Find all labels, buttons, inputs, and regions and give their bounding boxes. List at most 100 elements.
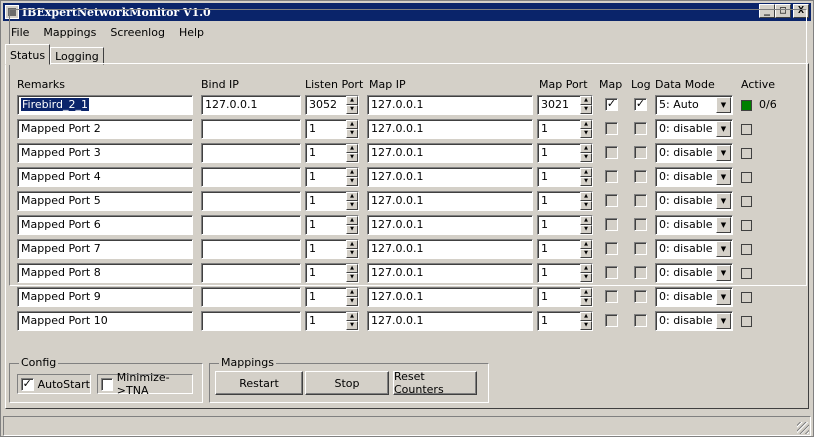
dropdown-arrow-icon[interactable]: ▼ (716, 289, 731, 305)
map-ip-field[interactable]: 127.0.0.1 (367, 287, 533, 307)
spin-down-icon[interactable]: ▼ (346, 249, 358, 258)
log-checkbox[interactable] (634, 314, 647, 327)
bind-ip-field[interactable] (201, 287, 301, 307)
log-checkbox[interactable] (634, 194, 647, 207)
map-checkbox[interactable] (605, 290, 618, 303)
remarks-field[interactable]: Mapped Port 5 (17, 191, 193, 211)
map-port-spinner[interactable]: 1 ▲ ▼ (537, 215, 593, 235)
data-mode-select[interactable]: 0: disable ▼ (655, 167, 733, 187)
data-mode-select[interactable]: 0: disable ▼ (655, 311, 733, 331)
dropdown-arrow-icon[interactable]: ▼ (716, 313, 731, 329)
listen-port-spinner[interactable]: 1 ▲ ▼ (305, 119, 359, 139)
map-checkbox[interactable] (605, 194, 618, 207)
spin-up-icon[interactable]: ▲ (580, 240, 592, 249)
spin-down-icon[interactable]: ▼ (346, 201, 358, 210)
spin-down-icon[interactable]: ▼ (580, 249, 592, 258)
bind-ip-field[interactable] (201, 239, 301, 259)
map-checkbox[interactable] (605, 242, 618, 255)
spin-down-icon[interactable]: ▼ (580, 129, 592, 138)
listen-port-spinner[interactable]: 1 ▲ ▼ (305, 167, 359, 187)
remarks-field[interactable]: Firebird_2_1 (17, 95, 193, 115)
spin-up-icon[interactable]: ▲ (346, 120, 358, 129)
spin-up-icon[interactable]: ▲ (580, 312, 592, 321)
data-mode-select[interactable]: 0: disable ▼ (655, 287, 733, 307)
spin-down-icon[interactable]: ▼ (346, 321, 358, 330)
spin-up-icon[interactable]: ▲ (346, 168, 358, 177)
stop-button[interactable]: Stop (305, 371, 389, 395)
spin-down-icon[interactable]: ▼ (580, 201, 592, 210)
listen-port-spinner[interactable]: 1 ▲ ▼ (305, 143, 359, 163)
spin-down-icon[interactable]: ▼ (580, 225, 592, 234)
remarks-field[interactable]: Mapped Port 2 (17, 119, 193, 139)
spin-up-icon[interactable]: ▲ (580, 120, 592, 129)
remarks-field[interactable]: Mapped Port 10 (17, 311, 193, 331)
spin-up-icon[interactable]: ▲ (346, 240, 358, 249)
dropdown-arrow-icon[interactable]: ▼ (716, 241, 731, 257)
listen-port-spinner[interactable]: 1 ▲ ▼ (305, 287, 359, 307)
map-ip-field[interactable]: 127.0.0.1 (367, 311, 533, 331)
data-mode-select[interactable]: 0: disable ▼ (655, 119, 733, 139)
map-checkbox[interactable] (605, 122, 618, 135)
map-port-spinner[interactable]: 1 ▲ ▼ (537, 143, 593, 163)
map-ip-field[interactable]: 127.0.0.1 (367, 95, 533, 115)
spin-down-icon[interactable]: ▼ (346, 273, 358, 282)
resize-grip-icon[interactable] (797, 422, 809, 434)
tab-status[interactable]: Status (5, 44, 51, 65)
dropdown-arrow-icon[interactable]: ▼ (716, 97, 731, 113)
remarks-field[interactable]: Mapped Port 6 (17, 215, 193, 235)
map-port-spinner[interactable]: 1 ▲ ▼ (537, 311, 593, 331)
dropdown-arrow-icon[interactable]: ▼ (716, 217, 731, 233)
data-mode-select[interactable]: 0: disable ▼ (655, 143, 733, 163)
dropdown-arrow-icon[interactable]: ▼ (716, 121, 731, 137)
map-port-spinner[interactable]: 1 ▲ ▼ (537, 239, 593, 259)
spin-down-icon[interactable]: ▼ (346, 177, 358, 186)
restart-button[interactable]: Restart (215, 371, 303, 395)
map-ip-field[interactable]: 127.0.0.1 (367, 191, 533, 211)
spin-down-icon[interactable]: ▼ (580, 297, 592, 306)
map-checkbox[interactable]: ✓ (605, 98, 618, 111)
spin-down-icon[interactable]: ▼ (580, 177, 592, 186)
map-ip-field[interactable]: 127.0.0.1 (367, 167, 533, 187)
spin-up-icon[interactable]: ▲ (580, 264, 592, 273)
bind-ip-field[interactable]: 127.0.0.1 (201, 95, 301, 115)
spin-down-icon[interactable]: ▼ (346, 129, 358, 138)
remarks-field[interactable]: Mapped Port 3 (17, 143, 193, 163)
bind-ip-field[interactable] (201, 191, 301, 211)
reset-counters-button[interactable]: Reset Counters (393, 370, 477, 396)
bind-ip-field[interactable] (201, 167, 301, 187)
spin-down-icon[interactable]: ▼ (580, 153, 592, 162)
map-checkbox[interactable] (605, 170, 618, 183)
map-port-spinner[interactable]: 1 ▲ ▼ (537, 119, 593, 139)
spin-up-icon[interactable]: ▲ (346, 312, 358, 321)
spin-up-icon[interactable]: ▲ (346, 264, 358, 273)
autostart-checkbox[interactable]: ✓ AutoStart (17, 374, 91, 394)
dropdown-arrow-icon[interactable]: ▼ (716, 265, 731, 281)
bind-ip-field[interactable] (201, 263, 301, 283)
bind-ip-field[interactable] (201, 119, 301, 139)
spin-down-icon[interactable]: ▼ (580, 105, 592, 114)
listen-port-spinner[interactable]: 1 ▲ ▼ (305, 239, 359, 259)
map-checkbox[interactable] (605, 218, 618, 231)
spin-up-icon[interactable]: ▲ (346, 288, 358, 297)
spin-down-icon[interactable]: ▼ (346, 225, 358, 234)
data-mode-select[interactable]: 0: disable ▼ (655, 191, 733, 211)
log-checkbox[interactable] (634, 218, 647, 231)
minimize-tna-checkbox[interactable]: Minimize->TNA (97, 371, 193, 397)
remarks-field[interactable]: Mapped Port 8 (17, 263, 193, 283)
map-ip-field[interactable]: 127.0.0.1 (367, 239, 533, 259)
spin-up-icon[interactable]: ▲ (346, 216, 358, 225)
map-ip-field[interactable]: 127.0.0.1 (367, 119, 533, 139)
log-checkbox[interactable] (634, 146, 647, 159)
spin-up-icon[interactable]: ▲ (346, 144, 358, 153)
bind-ip-field[interactable] (201, 143, 301, 163)
map-port-spinner[interactable]: 1 ▲ ▼ (537, 287, 593, 307)
listen-port-spinner[interactable]: 1 ▲ ▼ (305, 311, 359, 331)
listen-port-spinner[interactable]: 3052 ▲ ▼ (305, 95, 359, 115)
spin-up-icon[interactable]: ▲ (580, 96, 592, 105)
map-port-spinner[interactable]: 1 ▲ ▼ (537, 263, 593, 283)
remarks-field[interactable]: Mapped Port 7 (17, 239, 193, 259)
spin-down-icon[interactable]: ▼ (580, 273, 592, 282)
spin-up-icon[interactable]: ▲ (580, 192, 592, 201)
map-port-spinner[interactable]: 3021 ▲ ▼ (537, 95, 593, 115)
remarks-field[interactable]: Mapped Port 4 (17, 167, 193, 187)
